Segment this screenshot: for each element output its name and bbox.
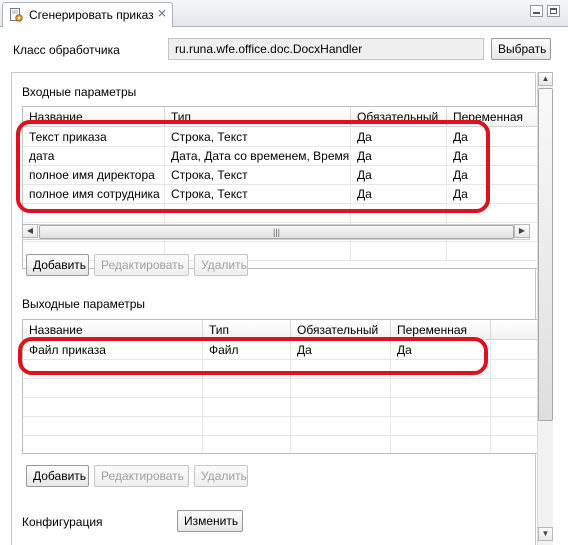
editor-area: Класс обработчика ru.runa.wfe.office.doc… <box>0 27 568 545</box>
cell-type: Строка, Текст <box>165 166 351 185</box>
scroll-thumb[interactable] <box>538 88 553 421</box>
cell-type: Строка, Текст <box>165 128 351 147</box>
input-table-horizontal-scrollbar[interactable]: ◀ ||| ▶ <box>22 224 530 240</box>
column-header-name[interactable]: Название <box>23 320 203 340</box>
close-icon[interactable]: ⨯ <box>157 6 167 20</box>
table-row[interactable]: полное имя директора Строка, Текст Да Да <box>23 166 539 185</box>
cell-variable: Да <box>391 341 491 360</box>
column-header-type[interactable]: Тип <box>203 320 291 340</box>
cell-type: Дата, Дата со временем, Время <box>165 147 351 166</box>
column-header-type[interactable]: Тип <box>165 107 351 127</box>
delete-output-param-button[interactable]: Удалить <box>194 465 248 487</box>
cell-variable: Да <box>447 128 539 147</box>
parameters-panel: Входные параметры Название Тип Обязатель… <box>11 72 540 545</box>
column-header-name[interactable]: Название <box>23 107 165 127</box>
column-header-required[interactable]: Обязательный <box>351 107 447 127</box>
column-header-variable[interactable]: Переменная <box>447 107 539 127</box>
editor-tab-bar: Сгенерировать приказ ⨯ <box>0 0 568 28</box>
cell-name: дата <box>23 147 165 166</box>
delete-input-param-button[interactable]: Удалить <box>194 254 248 276</box>
scroll-down-icon[interactable]: ▼ <box>538 527 553 541</box>
table-row[interactable]: Текст приказа Строка, Текст Да Да <box>23 128 539 147</box>
handler-class-field[interactable]: ru.runa.wfe.office.doc.DocxHandler <box>168 38 484 60</box>
add-input-param-button[interactable]: Добавить <box>26 254 89 276</box>
edit-input-param-button[interactable]: Редактировать <box>94 254 189 276</box>
cell-required: Да <box>351 185 447 204</box>
edit-output-param-button[interactable]: Редактировать <box>94 465 189 487</box>
scroll-thumb[interactable]: ||| <box>39 225 514 239</box>
cell-variable: Да <box>447 185 539 204</box>
maximize-button[interactable] <box>547 5 560 17</box>
configuration-label: Конфигурация <box>22 515 103 529</box>
cell-name: Файл приказа <box>23 341 203 360</box>
cell-variable: Да <box>447 147 539 166</box>
cell-type: Строка, Текст <box>165 185 351 204</box>
handler-class-label: Класс обработчика <box>13 43 120 57</box>
output-params-table[interactable]: Название Тип Обязательный Переменная Фай… <box>22 319 540 454</box>
panel-vertical-scrollbar[interactable]: ▲ ▼ <box>537 72 553 545</box>
output-params-header: Название Тип Обязательный Переменная <box>23 320 539 340</box>
cell-type: Файл <box>203 341 291 360</box>
empty-row <box>23 417 539 436</box>
output-params-title: Выходные параметры <box>22 297 146 311</box>
document-gear-icon <box>10 8 23 22</box>
cell-variable: Да <box>447 166 539 185</box>
cell-required: Да <box>351 147 447 166</box>
empty-row <box>23 398 539 417</box>
cell-required: Да <box>291 341 391 360</box>
cell-required: Да <box>351 128 447 147</box>
input-params-table[interactable]: Название Тип Обязательный Переменная Тек… <box>22 106 540 269</box>
tab-generate-order[interactable]: Сгенерировать приказ ⨯ <box>2 2 173 28</box>
choose-handler-button[interactable]: Выбрать <box>491 38 551 60</box>
empty-row <box>23 436 539 453</box>
column-header-variable[interactable]: Переменная <box>391 320 491 340</box>
minimize-button[interactable] <box>530 5 543 17</box>
input-params-header: Название Тип Обязательный Переменная <box>23 107 539 127</box>
cell-name: полное имя сотрудника <box>23 185 165 204</box>
add-output-param-button[interactable]: Добавить <box>26 465 89 487</box>
cell-name: полное имя директора <box>23 166 165 185</box>
cell-name: Текст приказа <box>23 128 165 147</box>
table-row[interactable]: полное имя сотрудника Строка, Текст Да Д… <box>23 185 539 204</box>
change-configuration-button[interactable]: Изменить <box>177 510 243 532</box>
cell-required: Да <box>351 166 447 185</box>
tab-title: Сгенерировать приказ <box>29 8 154 22</box>
empty-row <box>23 379 539 398</box>
table-row[interactable]: Файл приказа Файл Да Да <box>23 341 539 360</box>
empty-row <box>23 360 539 379</box>
empty-row <box>23 204 539 223</box>
input-params-title: Входные параметры <box>22 85 137 99</box>
scroll-left-icon[interactable]: ◀ <box>22 224 38 238</box>
column-header-required[interactable]: Обязательный <box>291 320 391 340</box>
scroll-right-icon[interactable]: ▶ <box>514 224 530 238</box>
table-row[interactable]: дата Дата, Дата со временем, Время Да Да <box>23 147 539 166</box>
scroll-up-icon[interactable]: ▲ <box>538 72 553 86</box>
